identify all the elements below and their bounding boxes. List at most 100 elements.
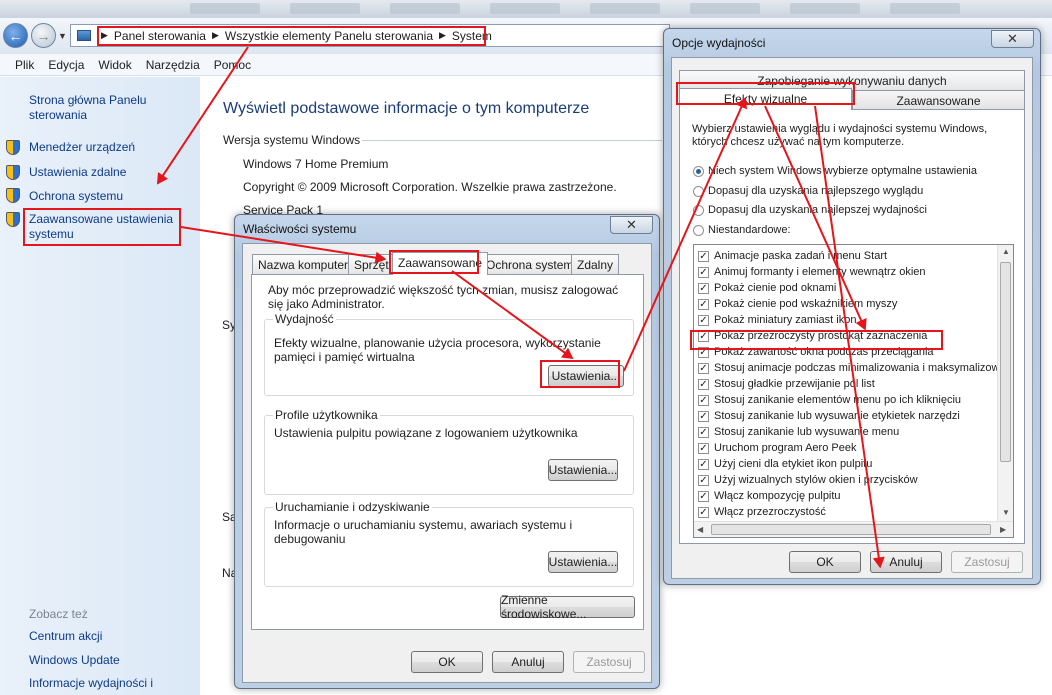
menu-file[interactable]: Plik — [8, 58, 41, 72]
user-profiles-settings-button[interactable]: Ustawienia... — [548, 459, 618, 481]
dialog-title: Opcje wydajności — [672, 36, 766, 50]
tab-data-execution-prevention[interactable]: Zapobieganie wykonywaniu danych — [679, 70, 1025, 90]
breadcrumb-item[interactable]: Panel sterowania — [114, 29, 206, 43]
checkbox-checked-icon[interactable]: ✓ — [698, 410, 709, 422]
effect-checkbox-item[interactable]: ✓ Pokaż przezroczysty prostokąt zaznaczen… — [698, 328, 927, 344]
scroll-right-arrow-icon[interactable]: ▶ — [1000, 525, 1006, 534]
checkbox-checked-icon[interactable]: ✓ — [698, 250, 709, 262]
startup-recovery-settings-button[interactable]: Ustawienia... — [548, 551, 618, 573]
effect-checkbox-item[interactable]: ✓ Stosuj zanikanie lub wysuwanie menu — [698, 424, 899, 440]
radio-custom[interactable]: Niestandardowe: — [693, 224, 791, 236]
vertical-scrollbar[interactable]: ▲ ▼ — [997, 245, 1013, 522]
taskbar-ghost-item — [790, 3, 860, 14]
apply-button[interactable]: Zastosuj — [951, 551, 1023, 573]
effect-checkbox-item[interactable]: ✓ Pokaż cienie pod wskaźnikiem myszy — [698, 296, 897, 312]
effect-label: Włącz kompozycję pulpitu — [714, 490, 841, 502]
breadcrumb-separator-icon: ▶ — [439, 30, 446, 40]
scrollbar-thumb[interactable] — [711, 524, 991, 535]
checkbox-checked-icon[interactable]: ✓ — [698, 298, 709, 310]
checkbox-checked-icon[interactable]: ✓ — [698, 426, 709, 438]
checkbox-checked-icon[interactable]: ✓ — [698, 442, 709, 454]
horizontal-scrollbar[interactable]: ◀ ▶ — [694, 521, 1013, 537]
effect-checkbox-item[interactable]: ✓ Stosuj gładkie przewijanie pól list — [698, 376, 875, 392]
checkbox-checked-icon[interactable]: ✓ — [698, 362, 709, 374]
tab-advanced[interactable]: Zaawansowane — [392, 252, 489, 275]
sidebar-item-remote-settings[interactable]: Ustawienia zdalne — [29, 165, 126, 180]
checkbox-checked-icon[interactable]: ✓ — [698, 394, 709, 406]
ok-button[interactable]: OK — [411, 651, 483, 673]
effect-label: Włącz przezroczystość — [714, 506, 826, 518]
breadcrumb-separator-icon: ▶ — [211, 30, 219, 40]
effect-checkbox-item[interactable]: ✓ Pokaż cienie pod oknami — [698, 280, 836, 296]
tab-page-advanced: Aby móc przeprowadzić większość tych zmi… — [251, 274, 644, 630]
sidebar-home-link[interactable]: Strona główna Panelu sterowania — [29, 93, 159, 123]
computer-icon — [77, 30, 91, 41]
effect-checkbox-item[interactable]: ✓ Animuj formanty i elementy wewnątrz oki… — [698, 264, 926, 280]
effect-checkbox-item[interactable]: ✓ Włącz przezroczystość — [698, 504, 826, 520]
startup-recovery-group: Uruchamianie i odzyskiwanie Informacje o… — [264, 500, 634, 587]
effect-checkbox-item[interactable]: ✓ Animacje paska zadań i menu Start — [698, 248, 887, 264]
effect-checkbox-item[interactable]: ✓ Pokaż zawartość okna podczas przeciągan… — [698, 344, 934, 360]
effect-checkbox-item[interactable]: ✓ Stosuj zanikanie elementów menu po ich … — [698, 392, 961, 408]
user-profiles-description: Ustawienia pulpitu powiązane z logowanie… — [274, 426, 578, 440]
breadcrumb-separator-icon: ▶ — [101, 30, 108, 40]
see-also-action-center[interactable]: Centrum akcji — [29, 629, 102, 644]
environment-variables-button[interactable]: Zmienne środowiskowe... — [500, 593, 635, 621]
menu-edit[interactable]: Edycja — [41, 58, 91, 72]
menu-view[interactable]: Widok — [91, 58, 138, 72]
sidebar-item-device-manager[interactable]: Menedżer urządzeń — [29, 140, 135, 155]
ok-button[interactable]: OK — [789, 551, 861, 573]
close-icon[interactable]: ✕ — [991, 30, 1034, 48]
tab-computer-name[interactable]: Nazwa komputera — [252, 254, 361, 274]
radio-best-appearance[interactable]: Dopasuj dla uzyskania najlepszego wygląd… — [693, 185, 923, 197]
effect-label: Pokaż miniatury zamiast ikon — [714, 314, 857, 326]
system-properties-dialog: Właściwości systemu ✕ Nazwa komputera Sp… — [234, 214, 660, 689]
breadcrumb-item[interactable]: System — [452, 29, 492, 43]
effect-label: Pokaż cienie pod oknami — [714, 282, 837, 294]
sidebar-item-advanced-settings[interactable]: Zaawansowane ustawienia systemu — [29, 212, 179, 242]
checkbox-checked-icon[interactable]: ✓ — [698, 266, 709, 278]
forward-arrow-icon[interactable]: → — [31, 23, 56, 48]
checkbox-checked-icon[interactable]: ✓ — [698, 330, 709, 342]
scroll-up-arrow-icon[interactable]: ▲ — [1002, 247, 1010, 256]
effect-checkbox-item[interactable]: ✓ Użyj cieni dla etykiet ikon pulpitu — [698, 456, 872, 472]
checkbox-checked-icon[interactable]: ✓ — [698, 282, 709, 294]
scroll-left-arrow-icon[interactable]: ◀ — [697, 525, 703, 534]
effect-checkbox-item[interactable]: ✓ Stosuj animacje podczas minimalizowania… — [698, 360, 1013, 376]
checkbox-checked-icon[interactable]: ✓ — [698, 314, 709, 326]
address-bar[interactable]: ▶ Panel sterowania ▶ Wszystkie elementy … — [70, 24, 670, 47]
scroll-down-arrow-icon[interactable]: ▼ — [1002, 508, 1010, 517]
tab-advanced[interactable]: Zaawansowane — [852, 90, 1025, 110]
performance-settings-button[interactable]: Ustawienia... — [548, 365, 624, 387]
user-profiles-group: Profile użytkownika Ustawienia pulpitu p… — [264, 408, 634, 495]
checkbox-checked-icon[interactable]: ✓ — [698, 346, 709, 358]
effect-checkbox-item[interactable]: ✓ Użyj wizualnych stylów okien i przycisk… — [698, 472, 918, 488]
effect-checkbox-item[interactable]: ✓ Włącz kompozycję pulpitu — [698, 488, 841, 504]
dialog-client-area: Nazwa komputera Sprzęt Zaawansowane Ochr… — [242, 243, 652, 683]
checkbox-checked-icon[interactable]: ✓ — [698, 490, 709, 502]
effect-checkbox-item[interactable]: ✓ Pokaż miniatury zamiast ikon — [698, 312, 856, 328]
effect-checkbox-item[interactable]: ✓ Stosuj zanikanie lub wysuwanie etykiete… — [698, 408, 960, 424]
recent-pages-dropdown-icon[interactable]: ▼ — [58, 31, 67, 41]
back-arrow-icon[interactable]: ← — [3, 23, 28, 48]
checkbox-checked-icon[interactable]: ✓ — [698, 458, 709, 470]
visual-effects-description: Wybierz ustawienia wyglądu i wydajności … — [692, 123, 988, 148]
checkbox-checked-icon[interactable]: ✓ — [698, 506, 709, 518]
see-also-performance-info[interactable]: Informacje wydajności i — [29, 676, 153, 691]
checkbox-checked-icon[interactable]: ✓ — [698, 378, 709, 390]
tab-remote[interactable]: Zdalny — [571, 254, 620, 274]
see-also-heading: Zobacz też — [29, 607, 88, 621]
effect-checkbox-item[interactable]: ✓ Uruchom program Aero Peek — [698, 440, 856, 456]
checkbox-checked-icon[interactable]: ✓ — [698, 474, 709, 486]
apply-button[interactable]: Zastosuj — [573, 651, 645, 673]
menu-tools[interactable]: Narzędzia — [139, 58, 207, 72]
scrollbar-thumb[interactable] — [1000, 262, 1011, 462]
copyright-text: Copyright © 2009 Microsoft Corporation. … — [243, 180, 617, 194]
radio-let-windows-choose[interactable]: Niech system Windows wybierze optymalne … — [693, 165, 977, 177]
close-icon[interactable]: ✕ — [610, 216, 653, 234]
cancel-button[interactable]: Anuluj — [492, 651, 564, 673]
see-also-windows-update[interactable]: Windows Update — [29, 653, 120, 668]
taskbar-ghost-item — [890, 3, 960, 14]
sidebar-item-system-protection[interactable]: Ochrona systemu — [29, 189, 123, 204]
breadcrumb-item[interactable]: Wszystkie elementy Panelu sterowania — [225, 29, 433, 43]
